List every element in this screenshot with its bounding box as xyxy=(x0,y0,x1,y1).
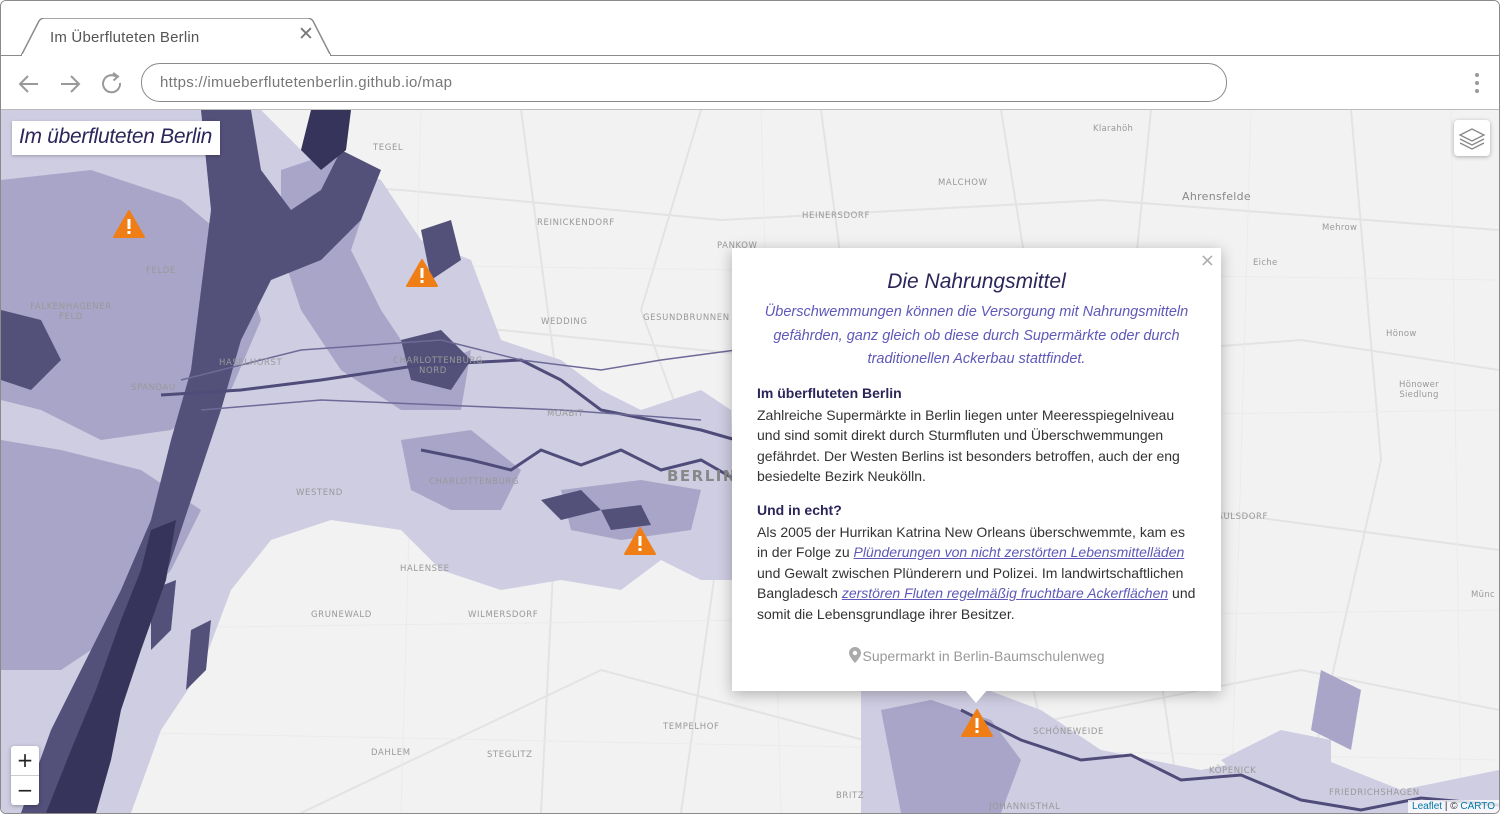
map-label: FELDE xyxy=(146,266,176,276)
section-text: Zahlreiche Supermärkte in Berlin liegen … xyxy=(757,406,1180,485)
layers-control[interactable] xyxy=(1454,120,1490,156)
back-arrow-icon[interactable] xyxy=(16,71,42,97)
map-label: SPANDAU xyxy=(131,383,176,393)
popup-tip xyxy=(964,689,988,703)
warning-marker-icon-active[interactable] xyxy=(960,708,994,738)
map-label: SCHÖNEWEIDE xyxy=(1033,727,1104,737)
popup-close-icon[interactable]: × xyxy=(1200,250,1215,271)
farmland-link[interactable]: zerstören Fluten regelmäßig fruchtbare A… xyxy=(842,585,1168,601)
warning-marker-icon[interactable] xyxy=(623,526,657,556)
reload-icon[interactable] xyxy=(99,71,125,97)
map-label: FALKENHAGENER FELD xyxy=(30,302,112,322)
map-label: DAHLEM xyxy=(371,748,411,758)
carto-link[interactable]: CARTO xyxy=(1460,801,1495,812)
warning-marker-icon[interactable] xyxy=(405,258,439,288)
popup-heading: Die Nahrungsmittel xyxy=(887,270,1066,293)
map-label: TEMPELHOF xyxy=(663,722,720,732)
map-pin-icon xyxy=(848,647,861,663)
url-text: https://imueberflutetenberlin.github.io/… xyxy=(160,74,453,91)
zoom-control: + − xyxy=(11,746,39,805)
browser-toolbar: https://imueberflutetenberlin.github.io/… xyxy=(1,56,1499,110)
map-label: CHARLOTTENBURG NORD xyxy=(393,356,484,376)
popup-section-berlin: Im überfluteten Berlin Zahlreiche Superm… xyxy=(757,383,1197,487)
map-label: Hönow xyxy=(1386,329,1417,339)
map-label: WILMERSDORF xyxy=(468,610,539,620)
looting-link[interactable]: Plünderungen von nicht zerstörten Lebens… xyxy=(854,544,1185,560)
info-popup: × Die Nahrungsmittel Überschwemmungen kö… xyxy=(732,248,1221,691)
map-label: JOHANNISTHAL xyxy=(989,802,1061,812)
map-label: MOABIT xyxy=(547,409,584,419)
map-label: Klarahöh xyxy=(1093,124,1134,134)
location-text: Supermarkt in Berlin-Baumschulenweg xyxy=(862,648,1105,664)
attribution-separator: | © xyxy=(1442,801,1461,812)
map-title: Im überfluteten Berlin xyxy=(19,125,213,148)
map-title-box: Im überfluteten Berlin xyxy=(12,121,221,155)
map-label: Eiche xyxy=(1253,258,1278,268)
map-label: CHARLOTTENBURG xyxy=(429,477,520,487)
address-bar[interactable]: https://imueberflutetenberlin.github.io/… xyxy=(141,63,1227,102)
map-label: Mehrow xyxy=(1322,223,1358,233)
popup-section-real: Und in echt? Als 2005 der Hurrikan Katri… xyxy=(757,500,1197,624)
map-label: HASELHORST xyxy=(219,358,283,368)
map-label: Münc xyxy=(1471,590,1495,600)
section-title: Im überfluteten Berlin xyxy=(757,385,902,401)
map-label: HALENSEE xyxy=(400,564,450,574)
tab-close-icon[interactable]: ✕ xyxy=(297,25,315,44)
forward-arrow-icon[interactable] xyxy=(57,71,83,97)
map-label: WEDDING xyxy=(541,317,588,327)
map-label: GESUNDBRUNNEN xyxy=(643,313,730,323)
map-label: FRIEDRICHSHAGEN xyxy=(1329,788,1420,798)
map-label: KÖPENICK xyxy=(1209,766,1257,776)
map-label: HEINERSDORF xyxy=(802,211,870,221)
map-label: TEGEL xyxy=(373,143,404,153)
map-label: MALCHOW xyxy=(938,178,988,188)
map-label: GRUNEWALD xyxy=(311,610,372,620)
section-title: Und in echt? xyxy=(757,502,842,518)
browser-tab[interactable]: Im Überfluteten Berlin ✕ xyxy=(21,18,331,56)
map-label: BRITZ xyxy=(836,791,865,801)
map-label: BERLIN xyxy=(667,467,737,485)
layers-icon xyxy=(1458,128,1486,150)
map-attribution: Leaflet | © CARTO xyxy=(1408,800,1499,813)
map-label: Ahrensfelde xyxy=(1182,190,1251,203)
map-viewport[interactable]: Klarahöh TEGEL MALCHOW Ahrensfelde REINI… xyxy=(1,110,1499,813)
popup-location: Supermarkt in Berlin-Baumschulenweg xyxy=(732,647,1221,664)
popup-intro: Überschwemmungen können die Versorgung m… xyxy=(764,304,1189,367)
zoom-out-button[interactable]: − xyxy=(11,776,39,805)
map-label: WESTEND xyxy=(296,488,343,498)
tab-strip: Im Überfluteten Berlin ✕ xyxy=(1,1,1499,56)
warning-marker-icon[interactable] xyxy=(112,209,146,239)
map-label: STEGLITZ xyxy=(487,750,533,760)
leaflet-link[interactable]: Leaflet xyxy=(1412,801,1442,812)
zoom-in-button[interactable]: + xyxy=(11,746,39,776)
section-text: Als 2005 der Hurrikan Katrina New Orlean… xyxy=(757,522,1197,625)
map-label: REINICKENDORF xyxy=(537,218,615,228)
browser-window: Im Überfluteten Berlin ✕ https://imueber… xyxy=(0,0,1500,814)
kebab-menu-icon[interactable] xyxy=(1469,72,1485,94)
tab-title: Im Überfluteten Berlin xyxy=(50,29,200,46)
map-label: Hönower Siedlung xyxy=(1399,380,1439,400)
